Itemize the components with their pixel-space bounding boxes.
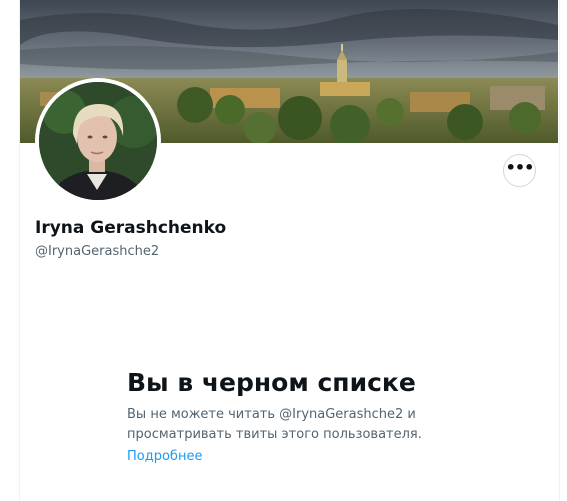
- profile-photo: [39, 82, 157, 200]
- more-options-button[interactable]: •••: [503, 154, 536, 187]
- learn-more-link[interactable]: Подробнее: [127, 447, 202, 467]
- blocked-description-line-1: Вы не можете читать @IrynaGerashche2 и: [127, 407, 416, 422]
- blocked-description: Вы не можете читать @IrynaGerashche2 и п…: [127, 405, 457, 445]
- blocked-notice: Вы в черном списке Вы не можете читать @…: [127, 366, 457, 467]
- profile-handle: @IrynaGerashche2: [35, 244, 160, 259]
- blocked-description-line-2: просматривать твиты этого пользователя.: [127, 427, 422, 442]
- blocked-title: Вы в черном списке: [127, 368, 416, 397]
- more-horizontal-icon: •••: [505, 157, 535, 177]
- profile-display-name: Iryna Gerashchenko: [35, 218, 227, 238]
- profile-page: ••• Iryna Gerashchenko @IrynaGerashche2 …: [0, 0, 567, 501]
- avatar[interactable]: [39, 82, 157, 200]
